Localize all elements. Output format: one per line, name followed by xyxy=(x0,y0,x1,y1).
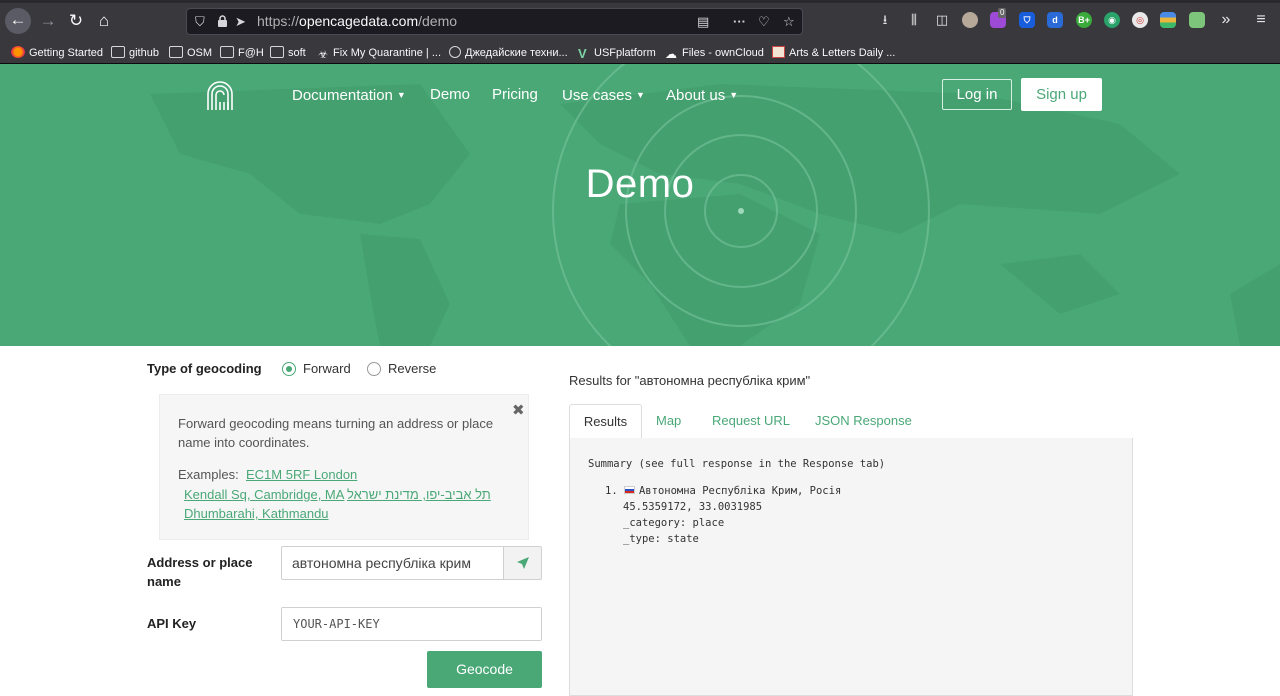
page-title: Demo xyxy=(585,162,695,206)
result-category: _category: place xyxy=(623,517,725,529)
results-tabs: Results Map Request URL JSON Response xyxy=(569,404,1133,440)
russia-flag-icon xyxy=(623,486,635,494)
profile-avatar-icon[interactable] xyxy=(962,12,978,28)
bookmark-jedi[interactable]: Джедайские техни... xyxy=(449,45,568,61)
bookmark-owncloud[interactable]: ☁ Files - ownCloud xyxy=(665,45,764,61)
tab-strip xyxy=(0,0,1280,3)
address-label: Address or place name xyxy=(147,555,253,589)
bookmark-arts-letters[interactable]: Arts & Letters Daily ... xyxy=(772,45,895,61)
radio-unselected-indicator xyxy=(367,362,381,376)
bookmark-github[interactable]: github xyxy=(111,45,159,61)
info-description: Forward geocoding means turning an addre… xyxy=(178,416,494,450)
example-link-kathmandu[interactable]: Dhumbarahi, Kathmandu xyxy=(184,504,329,523)
nav-pricing[interactable]: Pricing xyxy=(492,84,538,106)
address-input[interactable]: автономна республіка крим xyxy=(281,546,504,580)
locate-button[interactable] xyxy=(503,546,542,580)
shield-icon[interactable]: ⛉ xyxy=(195,9,205,34)
overflow-menu-icon[interactable]: » xyxy=(1217,11,1235,29)
extension-d-icon[interactable]: d xyxy=(1047,12,1063,28)
pocket-icon[interactable]: ♡ xyxy=(758,9,770,34)
url-text[interactable]: https://opencagedata.com/demo xyxy=(257,9,457,34)
example-link-cambridge[interactable]: Kendall Sq, Cambridge, MA xyxy=(184,485,344,504)
summary-header: Summary (see full response in the Respon… xyxy=(588,458,886,470)
bookmark-star-icon[interactable]: ☆ xyxy=(783,9,795,34)
permissions-arrow-icon[interactable]: ➤ xyxy=(235,9,246,34)
bookmark-getting-started[interactable]: Getting Started xyxy=(11,45,103,61)
folder-icon xyxy=(111,46,125,58)
page-icon xyxy=(772,46,785,58)
tab-map[interactable]: Map xyxy=(656,404,681,439)
home-icon[interactable]: ⌂ xyxy=(92,9,116,33)
extension-stripes-icon[interactable] xyxy=(1160,12,1176,28)
radio-reverse[interactable]: Reverse xyxy=(367,361,436,377)
browser-toolbar: ← → ↻ ⌂ ⛉ ➤ https://opencagedata.com/dem… xyxy=(0,0,1280,42)
caret-down-icon: ▼ xyxy=(396,90,406,100)
results-panel: Summary (see full response in the Respon… xyxy=(569,438,1133,696)
info-box: ✖ Forward geocoding means turning an add… xyxy=(159,394,529,540)
folder-icon xyxy=(270,46,284,58)
extension-green-icon[interactable]: ◉ xyxy=(1104,12,1120,28)
nav-documentation[interactable]: Documentation ▼ xyxy=(292,84,406,106)
opencage-logo[interactable] xyxy=(206,80,234,110)
radio-forward[interactable]: Forward xyxy=(282,361,351,377)
close-icon[interactable]: ✖ xyxy=(512,401,525,419)
biohazard-icon: ☣ xyxy=(318,49,328,61)
reader-view-icon[interactable]: ▤ xyxy=(697,9,709,34)
hamburger-menu-icon[interactable]: ≡ xyxy=(1252,11,1270,29)
extension-map-icon[interactable] xyxy=(1189,12,1205,28)
bookmark-usfplatform[interactable]: V USFplatform xyxy=(578,45,656,61)
nav-use-cases[interactable]: Use cases ▼ xyxy=(562,84,645,106)
result-coords: 45.5359172, 33.0031985 xyxy=(623,501,763,513)
extension-badge: 0 xyxy=(998,8,1007,18)
downloads-icon[interactable]: ⭳ xyxy=(876,11,894,29)
cloud-icon: ☁ xyxy=(665,47,677,61)
login-button[interactable]: Log in xyxy=(942,79,1012,110)
bookmark-fah[interactable]: F@H xyxy=(220,45,264,61)
result-item-name: 1. Автономна Республіка Крим, Росія xyxy=(605,483,841,499)
geocoding-type-label: Type of geocoding xyxy=(147,361,262,376)
sidebar-icon[interactable]: ◫ xyxy=(933,11,951,29)
bookmark-soft[interactable]: soft xyxy=(270,45,306,61)
caret-down-icon: ▼ xyxy=(636,90,645,100)
folder-icon xyxy=(220,46,234,58)
result-index: 1. xyxy=(605,485,618,497)
forward-button[interactable]: → xyxy=(36,9,60,33)
reload-button[interactable]: ↻ xyxy=(64,9,88,33)
caret-down-icon: ▼ xyxy=(729,90,739,100)
bookmark-fix-my-quarantine[interactable]: ☣ Fix My Quarantine | ... xyxy=(317,45,441,61)
api-key-label: API Key xyxy=(147,616,197,631)
nav-demo[interactable]: Demo xyxy=(430,84,470,106)
firefox-icon xyxy=(11,46,25,58)
globe-icon xyxy=(449,46,461,58)
lock-icon[interactable] xyxy=(217,9,228,34)
folder-icon xyxy=(169,46,183,58)
radio-selected-indicator xyxy=(282,362,296,376)
v-logo-icon: V xyxy=(578,46,587,61)
bookmarks-bar: Getting Started github OSM F@H soft ☣ Fix… xyxy=(0,42,1280,64)
api-key-input[interactable]: YOUR-API-KEY xyxy=(281,607,542,641)
signup-button[interactable]: Sign up xyxy=(1021,78,1102,111)
extension-bplus-icon[interactable]: B+ xyxy=(1076,12,1092,28)
results-title: Results for "автономна республіка крим" xyxy=(569,373,811,388)
page-actions-icon[interactable]: ··· xyxy=(733,9,746,34)
result-name: Автономна Республіка Крим, Росія xyxy=(638,485,842,497)
tab-request-url[interactable]: Request URL xyxy=(712,404,790,439)
url-bar[interactable]: ⛉ ➤ https://opencagedata.com/demo ▤ ··· … xyxy=(186,8,803,35)
example-link-tel-aviv[interactable]: תל אביב-יפו, מדינת ישראל xyxy=(347,485,491,504)
tab-results[interactable]: Results xyxy=(569,404,642,440)
bitwarden-icon[interactable]: ⛉ xyxy=(1019,12,1035,28)
library-icon[interactable]: ⫼ xyxy=(905,11,923,29)
hero-banner: Documentation ▼ Demo Pricing Use cases ▼ A… xyxy=(0,64,1280,346)
tab-json-response[interactable]: JSON Response xyxy=(815,404,912,439)
geocode-button[interactable]: Geocode xyxy=(427,651,542,688)
bookmark-osm[interactable]: OSM xyxy=(169,45,212,61)
examples-label: Examples: xyxy=(178,467,239,482)
example-link-london[interactable]: EC1M 5RF London xyxy=(246,465,357,484)
back-button[interactable]: ← xyxy=(5,8,31,34)
extension-saucer-icon[interactable]: ◎ xyxy=(1132,12,1148,28)
nav-about-us[interactable]: About us ▼ xyxy=(666,84,738,106)
result-type: _type: state xyxy=(623,533,699,545)
location-arrow-icon xyxy=(517,557,529,569)
